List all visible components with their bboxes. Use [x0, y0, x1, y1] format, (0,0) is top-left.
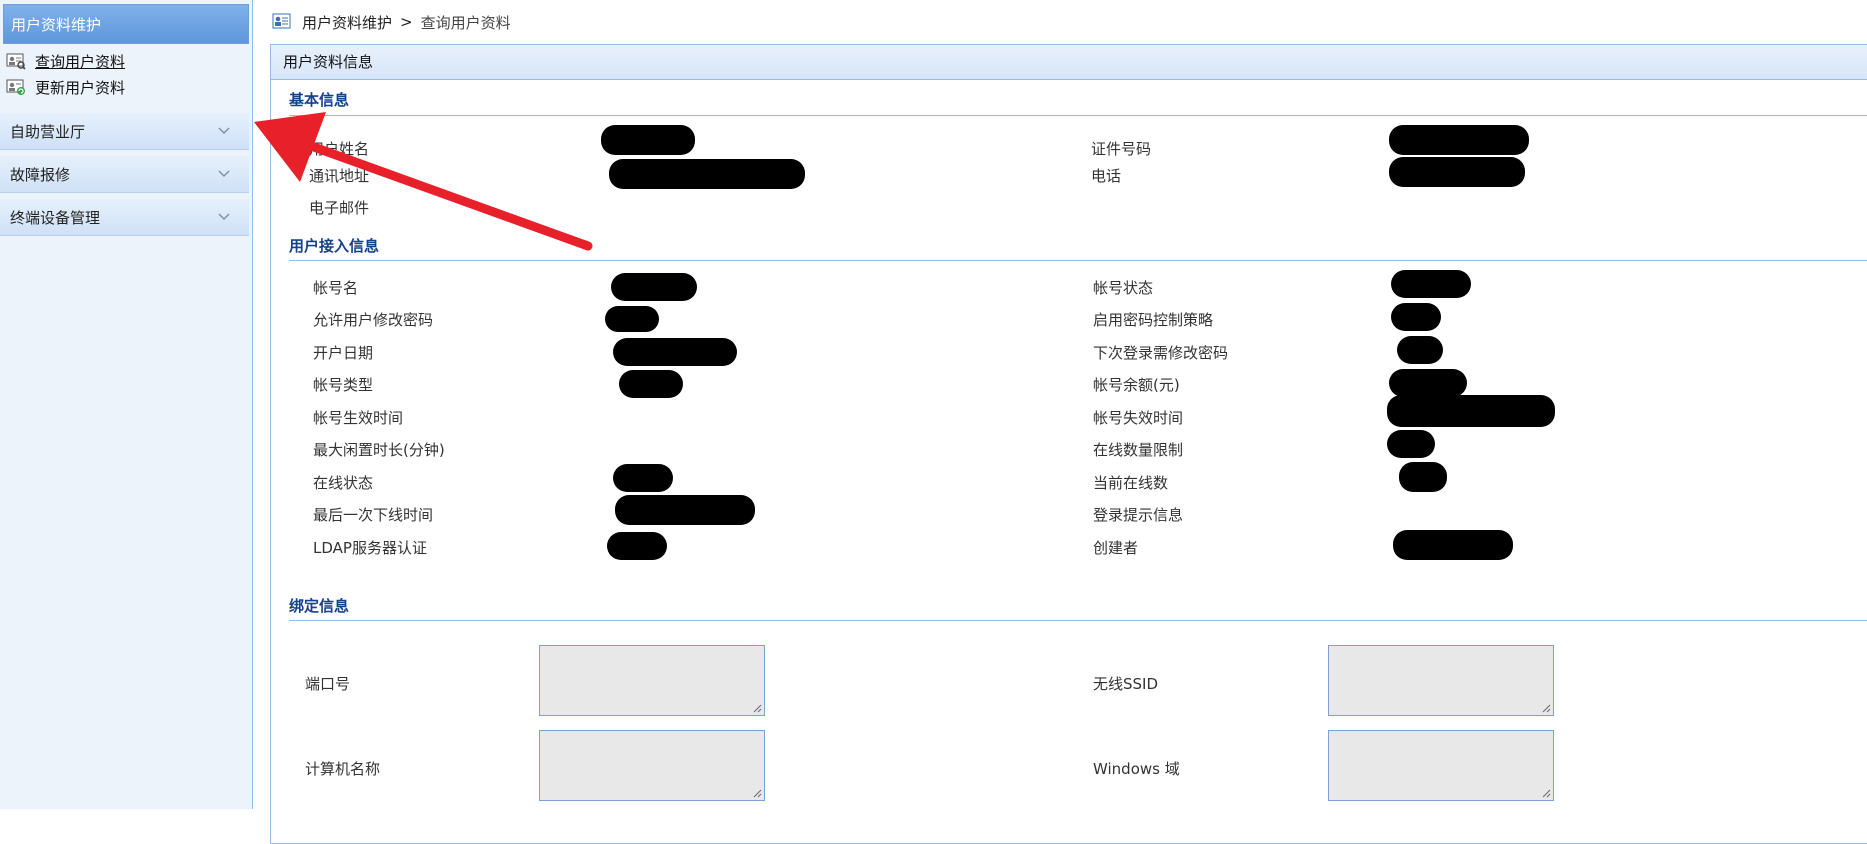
field-label-wireless-ssid: 无线SSID — [1093, 675, 1159, 693]
breadcrumb-current: 查询用户资料 — [420, 13, 511, 32]
field-label: 帐号类型 — [313, 376, 374, 394]
main-content: 用户资料维护 > 查询用户资料 用户资料信息 基本信息 用户姓名 证件号码 通讯… — [270, 0, 1867, 844]
field-label: 帐号状态 — [1093, 279, 1154, 297]
panel-title: 用户资料信息 — [271, 45, 1867, 80]
redacted-value — [611, 273, 697, 301]
sidebar-header-user-maintenance[interactable]: 用户资料维护 — [3, 4, 249, 44]
user-card-search-icon — [6, 52, 26, 70]
redacted-value — [609, 159, 805, 189]
basic-info-title: 基本信息 — [289, 91, 350, 109]
user-card-refresh-icon — [6, 78, 26, 96]
breadcrumb: 用户资料维护 > 查询用户资料 — [272, 10, 511, 34]
field-label: 帐号名 — [313, 279, 359, 297]
redacted-value — [1389, 157, 1525, 187]
sidebar-section-terminal-devices[interactable]: 终端设备管理 — [0, 199, 249, 236]
binding-info-title: 绑定信息 — [289, 597, 350, 615]
redacted-value — [1387, 395, 1555, 427]
sidebar-section-self-service[interactable]: 自助营业厅 — [0, 113, 249, 150]
windows-domain-textarea[interactable] — [1328, 730, 1554, 801]
redacted-value — [1391, 303, 1441, 331]
field-label: 下次登录需修改密码 — [1093, 344, 1229, 362]
redacted-value — [1399, 462, 1447, 492]
sidebar: 用户资料维护 查询用户资料 更新用户资料 自助营业厅 故障报修 终端设备管理 — [0, 0, 253, 809]
breadcrumb-parent[interactable]: 用户资料维护 — [302, 12, 392, 33]
divider — [289, 260, 1867, 261]
chevron-down-icon — [218, 213, 230, 220]
field-label: 启用密码控制策略 — [1093, 311, 1214, 329]
field-label: 最大闲置时长(分钟) — [313, 441, 445, 459]
field-label: 帐号生效时间 — [313, 409, 404, 427]
redacted-value — [613, 338, 737, 366]
field-label: 在线状态 — [313, 474, 374, 492]
chevron-down-icon — [218, 170, 230, 177]
sidebar-item-label: 更新用户资料 — [35, 78, 126, 97]
field-label-user-name: 用户姓名 — [309, 140, 370, 158]
user-info-panel: 用户资料信息 基本信息 用户姓名 证件号码 通讯地址 电话 电子邮件 用户接入信… — [270, 44, 1867, 844]
field-label: 当前在线数 — [1093, 474, 1169, 492]
redacted-value — [605, 306, 659, 332]
redacted-value — [1391, 270, 1471, 298]
redacted-value — [615, 495, 755, 525]
field-label-phone: 电话 — [1091, 167, 1122, 185]
redacted-value — [1389, 125, 1529, 155]
resize-grip-icon[interactable] — [1541, 788, 1551, 798]
field-label: 开户日期 — [313, 344, 374, 362]
field-label-computer-name: 计算机名称 — [305, 760, 381, 778]
divider — [289, 620, 1867, 621]
field-label-port: 端口号 — [305, 675, 351, 693]
redacted-value — [607, 532, 667, 560]
field-label: 帐号余额(元) — [1093, 376, 1180, 394]
resize-grip-icon[interactable] — [752, 703, 762, 713]
sidebar-item-label: 查询用户资料 — [35, 52, 126, 71]
redacted-value — [619, 370, 683, 398]
redacted-value — [613, 464, 673, 492]
computer-name-textarea[interactable] — [539, 730, 765, 801]
field-label-address: 通讯地址 — [309, 167, 370, 185]
sidebar-item-query-user[interactable]: 查询用户资料 — [0, 49, 252, 73]
redacted-value — [601, 125, 695, 155]
chevron-down-icon — [218, 127, 230, 134]
resize-grip-icon[interactable] — [752, 788, 762, 798]
redacted-value — [1387, 430, 1435, 458]
sidebar-section-label: 终端设备管理 — [10, 208, 101, 227]
field-label: 允许用户修改密码 — [313, 311, 434, 329]
breadcrumb-separator: > — [400, 13, 413, 31]
port-textarea[interactable] — [539, 645, 765, 716]
access-info-title: 用户接入信息 — [289, 237, 380, 255]
sidebar-section-label: 故障报修 — [10, 165, 71, 184]
resize-grip-icon[interactable] — [1541, 703, 1551, 713]
redacted-value — [1393, 530, 1513, 560]
field-label: 登录提示信息 — [1093, 506, 1184, 524]
redacted-value — [1397, 336, 1443, 364]
sidebar-item-update-user[interactable]: 更新用户资料 — [0, 75, 252, 99]
field-label-id-number: 证件号码 — [1091, 140, 1152, 158]
field-label: 在线数量限制 — [1093, 441, 1184, 459]
redacted-value — [1389, 369, 1467, 397]
user-card-icon — [272, 13, 292, 31]
field-label-windows-domain: Windows 域 — [1093, 760, 1180, 778]
field-label: 最后一次下线时间 — [313, 506, 434, 524]
wireless-ssid-textarea[interactable] — [1328, 645, 1554, 716]
sidebar-section-label: 自助营业厅 — [10, 122, 86, 141]
field-label: 帐号失效时间 — [1093, 409, 1184, 427]
sidebar-section-fault-report[interactable]: 故障报修 — [0, 156, 249, 193]
field-label: 创建者 — [1093, 539, 1139, 557]
field-label: LDAP服务器认证 — [313, 539, 427, 557]
field-label-email: 电子邮件 — [309, 199, 370, 217]
divider — [289, 115, 1867, 116]
